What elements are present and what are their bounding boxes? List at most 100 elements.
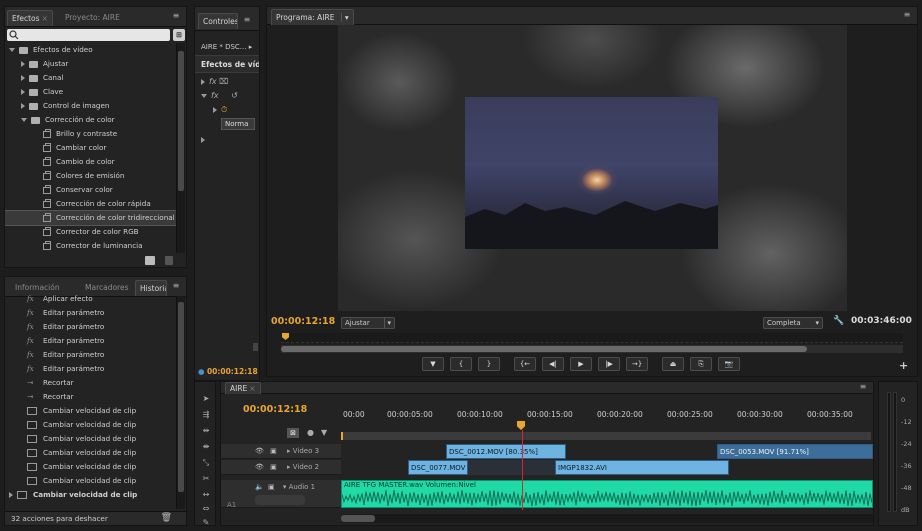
- add-marker-icon[interactable]: ▼: [321, 428, 327, 437]
- list-item[interactable]: Cambio de color: [5, 155, 176, 169]
- expand-icon[interactable]: [201, 136, 205, 143]
- video-frame[interactable]: [338, 25, 847, 311]
- track-header-audio-1[interactable]: 🔈 ▣ ▾ Audio 1 A1: [221, 480, 341, 509]
- history-scrollbar[interactable]: [176, 296, 185, 509]
- ripple-edit-tool-icon[interactable]: ⇹: [199, 424, 213, 438]
- list-item[interactable]: fx Editar parámetro: [5, 306, 176, 320]
- program-timecode[interactable]: 00:00:12:18: [271, 316, 335, 327]
- program-time-ruler[interactable]: [281, 333, 903, 343]
- list-item[interactable]: fx Editar parámetro: [5, 362, 176, 376]
- expand-icon[interactable]: [21, 103, 25, 109]
- controls-timecode[interactable]: ● 00:00:12:18: [198, 367, 258, 376]
- tab-sequence[interactable]: AIRE ×: [225, 382, 261, 394]
- close-icon[interactable]: ×: [42, 14, 48, 23]
- expand-icon[interactable]: [21, 61, 25, 67]
- rolling-edit-tool-icon[interactable]: ⇼: [199, 440, 213, 454]
- delete-icon[interactable]: [165, 256, 173, 265]
- collapse-icon[interactable]: [21, 118, 27, 122]
- tab-program[interactable]: Programa: AIRE ▾: [271, 9, 354, 25]
- new-custom-bin-icon[interactable]: [145, 256, 155, 265]
- list-item[interactable]: fx Editar parámetro: [5, 348, 176, 362]
- list-item[interactable]: Cambiar velocidad de clip: [5, 488, 176, 502]
- panel-menu-icon[interactable]: ≡: [901, 10, 913, 20]
- timeline-scroll-thumb[interactable]: [341, 515, 375, 522]
- list-item[interactable]: Clave: [5, 85, 176, 99]
- track-label-a1[interactable]: A1: [227, 498, 236, 512]
- list-item[interactable]: Cambiar velocidad de clip: [5, 446, 176, 460]
- add-button-icon[interactable]: +: [899, 359, 908, 372]
- list-item[interactable]: Cambiar velocidad de clip: [5, 404, 176, 418]
- step-back-button[interactable]: ◀|: [542, 357, 564, 371]
- playhead-handle-icon[interactable]: [517, 421, 525, 430]
- rate-stretch-tool-icon[interactable]: ⤡: [199, 456, 213, 470]
- waveform-toggle-icon[interactable]: [255, 495, 305, 505]
- go-to-out-button[interactable]: →}: [626, 357, 648, 371]
- list-item[interactable]: Cambiar velocidad de clip: [5, 432, 176, 446]
- list-item-selected[interactable]: Corrección de color tridireccional: [5, 210, 177, 226]
- timeline-scroll[interactable]: [341, 514, 873, 523]
- list-item[interactable]: Conservar color: [5, 183, 176, 197]
- list-item[interactable]: Brillo y contraste: [5, 127, 176, 141]
- zoom-bar-handle[interactable]: [281, 346, 807, 352]
- collapse-icon[interactable]: ▾: [283, 483, 287, 491]
- expand-icon[interactable]: ▸: [287, 463, 291, 471]
- clip-dsc0012[interactable]: DSC_0012.MOV [80.35%]: [446, 444, 566, 459]
- wrench-icon[interactable]: 🔧: [833, 316, 844, 326]
- list-item[interactable]: Corrector de luminancia: [5, 239, 176, 253]
- export-frame-button[interactable]: 📷: [718, 357, 740, 371]
- new-bin-icon[interactable]: ⊞: [173, 29, 185, 41]
- pen-tool-icon[interactable]: ✎: [199, 516, 213, 525]
- dropdown-arrow-icon[interactable]: ▾: [340, 13, 349, 22]
- track-header-video-2[interactable]: 👁 ▣ ▸ Video 2: [221, 460, 341, 475]
- expand-icon[interactable]: [9, 492, 13, 498]
- fit-dropdown[interactable]: Ajustar ▾: [341, 317, 395, 329]
- track-header-video-3[interactable]: 👁 ▣ ▸ Video 3: [221, 444, 341, 459]
- expand-icon[interactable]: [213, 106, 217, 113]
- work-area-bar[interactable]: [341, 432, 871, 440]
- eye-icon[interactable]: 👁: [255, 447, 264, 455]
- controls-scroll-handle[interactable]: [253, 343, 258, 351]
- playhead-marker-icon[interactable]: [282, 333, 289, 340]
- clip-dsc0053[interactable]: DSC_0053.MOV [91.71%]: [717, 444, 873, 459]
- expand-icon[interactable]: [201, 78, 205, 85]
- clip-source-label[interactable]: AIRE * DSC... ▸: [201, 43, 252, 51]
- effects-scrollbar[interactable]: [176, 43, 185, 253]
- list-item[interactable]: Efectos de vídeo: [5, 43, 176, 57]
- list-item[interactable]: ⇥ Recortar: [5, 376, 176, 390]
- razor-tool-icon[interactable]: ✂: [199, 472, 213, 486]
- step-forward-button[interactable]: |▶: [598, 357, 620, 371]
- list-item[interactable]: Corrección de color: [5, 113, 176, 127]
- eye-icon[interactable]: 👁: [255, 463, 264, 471]
- play-button[interactable]: ▶: [570, 357, 592, 371]
- clip-dsc0077[interactable]: DSC_0077.MOV: [408, 460, 468, 475]
- gap-region[interactable]: [468, 460, 555, 475]
- tab-project[interactable]: Proyecto: AIRE: [61, 10, 124, 26]
- clip-audio-master[interactable]: AIRE TFG MASTER.wav Volumen:Nivel: [341, 480, 873, 508]
- time-remap-row[interactable]: [201, 135, 209, 144]
- panel-menu-icon[interactable]: ≡: [857, 382, 869, 392]
- scrollbar-thumb[interactable]: [178, 51, 184, 191]
- search-input[interactable]: [7, 29, 170, 41]
- marker-icon[interactable]: ●: [307, 428, 314, 437]
- collapse-icon[interactable]: [9, 48, 15, 52]
- lock-icon[interactable]: ▣: [270, 447, 277, 455]
- expand-icon[interactable]: ▸: [287, 447, 291, 455]
- add-marker-button[interactable]: ▼: [422, 357, 444, 371]
- list-item[interactable]: fx Aplicar efecto: [5, 292, 176, 306]
- scrollbar-thumb[interactable]: [178, 302, 184, 492]
- snap-icon[interactable]: ⊠: [287, 428, 299, 438]
- lock-icon[interactable]: ▣: [270, 463, 277, 471]
- list-item[interactable]: Canal: [5, 71, 176, 85]
- tab-effects[interactable]: Efectos ×: [7, 10, 53, 26]
- tab-controls[interactable]: Controles: [198, 13, 238, 29]
- list-item[interactable]: Cambiar color: [5, 141, 176, 155]
- list-item[interactable]: Corrector de color RGB: [5, 225, 176, 239]
- close-icon[interactable]: ×: [249, 384, 255, 393]
- blend-mode-dropdown[interactable]: Norma: [221, 118, 255, 130]
- clip-imgp1832[interactable]: IMGP1832.AVI: [555, 460, 729, 475]
- panel-menu-icon[interactable]: ≡: [170, 11, 182, 21]
- speaker-icon[interactable]: 🔈: [255, 483, 264, 491]
- collapse-icon[interactable]: [201, 93, 207, 98]
- list-item[interactable]: Ajustar: [5, 57, 176, 71]
- list-item[interactable]: Corrección de color rápida: [5, 197, 176, 211]
